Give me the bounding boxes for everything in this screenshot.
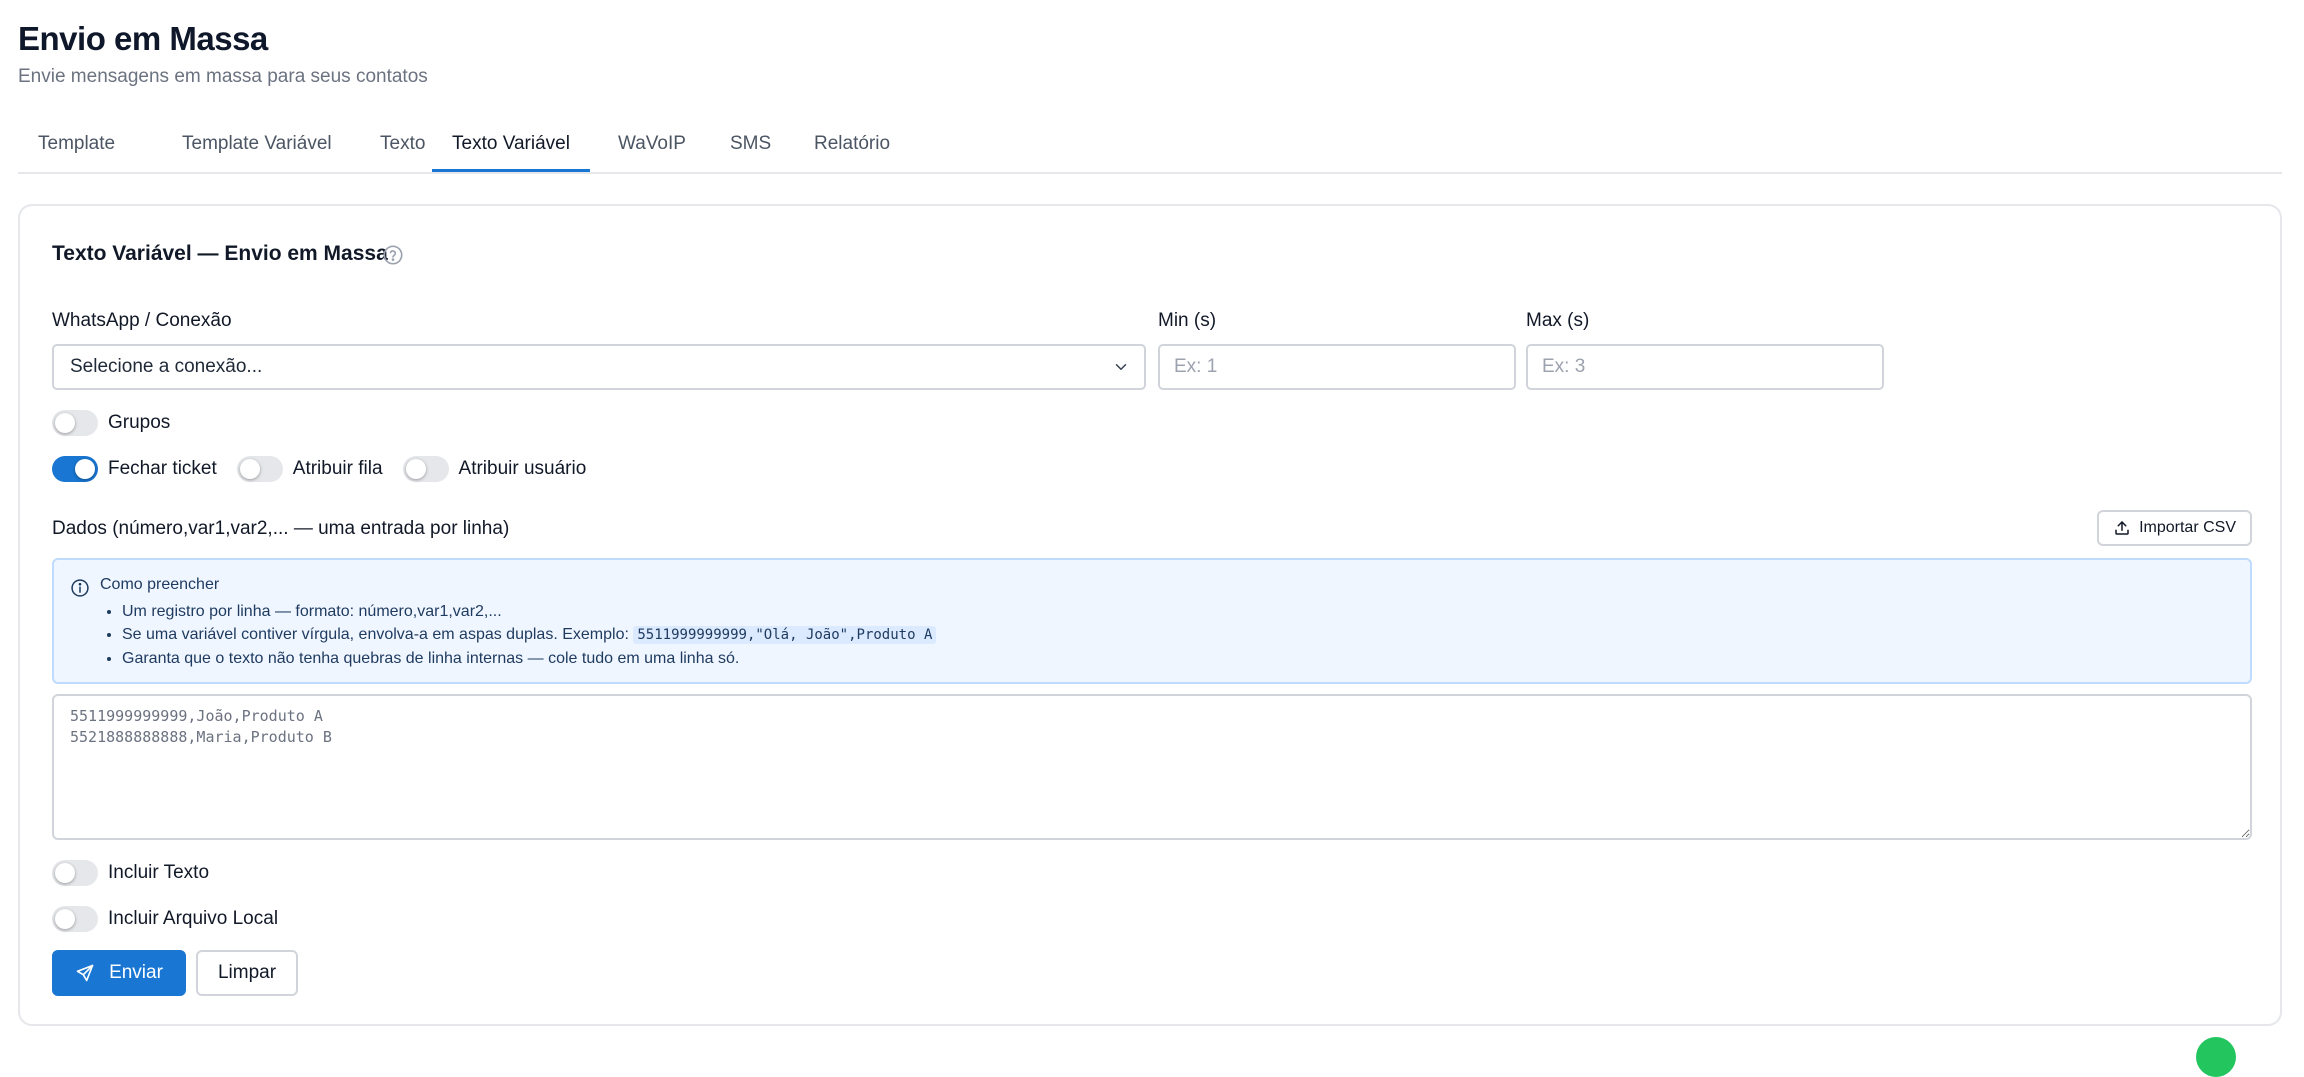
import-csv-label: Importar CSV	[2139, 519, 2236, 536]
info-title: Como preencher	[100, 576, 220, 593]
close-ticket-label: Fechar ticket	[108, 458, 217, 479]
assign-user-toggle[interactable]: Atribuir usuário	[402, 456, 587, 482]
info-line-2-text: Se uma variável contiver vírgula, envolv…	[122, 626, 629, 643]
info-line-1: Um registro por linha — formato: número,…	[122, 600, 936, 623]
include-text-toggle[interactable]: Incluir Texto	[52, 860, 209, 886]
max-seconds-input[interactable]	[1526, 344, 1884, 390]
data-textarea[interactable]	[52, 694, 2252, 840]
include-file-row: Incluir Arquivo Local	[52, 904, 298, 934]
ticket-options-row: Fechar ticket Atribuir fila Atribuir usu…	[52, 454, 606, 484]
tab-template-variavel[interactable]: Template Variável	[162, 124, 352, 172]
include-file-switch[interactable]	[52, 906, 98, 932]
tab-bar: Template Template Variável Texto Texto V…	[18, 124, 2282, 174]
connection-select[interactable]: Selecione a conexão...	[52, 344, 1146, 390]
import-csv-button[interactable]: Importar CSV	[2097, 510, 2252, 546]
card-title: Texto Variável — Envio em Massa	[52, 242, 388, 265]
close-ticket-toggle[interactable]: Fechar ticket	[52, 456, 217, 482]
help-circle-icon[interactable]	[382, 244, 404, 266]
groups-toggle[interactable]: Grupos	[52, 410, 170, 436]
tab-template[interactable]: Template	[18, 124, 135, 172]
connection-select-value: Selecione a conexão...	[70, 356, 263, 377]
tab-wavoip[interactable]: WaVoIP	[598, 124, 706, 172]
send-button-label: Enviar	[109, 962, 163, 983]
floating-action-button[interactable]	[2196, 1037, 2236, 1077]
include-file-label: Incluir Arquivo Local	[108, 908, 279, 929]
info-code-example: 5511999999999,"Olá, João",Produto A	[633, 626, 937, 644]
connection-label: WhatsApp / Conexão	[52, 310, 232, 331]
info-line-3: Garanta que o texto não tenha quebras de…	[122, 647, 936, 670]
max-label: Max (s)	[1526, 310, 1590, 331]
min-seconds-input[interactable]	[1158, 344, 1516, 390]
groups-row: Grupos	[52, 408, 190, 438]
clear-button[interactable]: Limpar	[196, 950, 298, 996]
min-label: Min (s)	[1158, 310, 1217, 331]
tab-relatorio[interactable]: Relatório	[794, 124, 910, 172]
include-text-row-visible: Incluir Texto	[52, 858, 229, 888]
close-ticket-switch[interactable]	[52, 456, 98, 482]
send-icon	[76, 964, 94, 982]
assign-queue-toggle[interactable]: Atribuir fila	[236, 456, 383, 482]
send-button[interactable]: Enviar	[52, 950, 186, 996]
include-file-toggle[interactable]: Incluir Arquivo Local	[52, 906, 278, 932]
assign-user-label: Atribuir usuário	[458, 458, 587, 479]
include-text-switch[interactable]	[52, 860, 98, 886]
page-title: Envio em Massa	[18, 20, 268, 57]
upload-icon	[2115, 521, 2129, 535]
page-subtitle: Envie mensagens em massa para seus conta…	[18, 66, 428, 87]
info-line-2: Se uma variável contiver vírgula, envolv…	[122, 623, 937, 647]
tab-texto-variavel[interactable]: Texto Variável	[432, 124, 590, 172]
data-label: Dados (número,var1,var2,... — uma entrad…	[52, 518, 510, 539]
assign-user-switch[interactable]	[402, 456, 449, 482]
include-text-label: Incluir Texto	[108, 862, 210, 883]
groups-switch[interactable]	[52, 410, 98, 436]
info-icon	[71, 579, 89, 597]
assign-queue-label: Atribuir fila	[292, 458, 383, 479]
info-list: Um registro por linha — formato: número,…	[100, 600, 937, 670]
bulk-send-card: Texto Variável — Envio em Massa WhatsApp…	[18, 204, 2282, 1026]
chevron-down-icon	[1115, 364, 1127, 370]
assign-queue-switch[interactable]	[236, 456, 283, 482]
tab-sms[interactable]: SMS	[710, 124, 791, 172]
info-box: Como preencher Um registro por linha — f…	[52, 558, 2252, 684]
groups-label: Grupos	[108, 412, 171, 433]
